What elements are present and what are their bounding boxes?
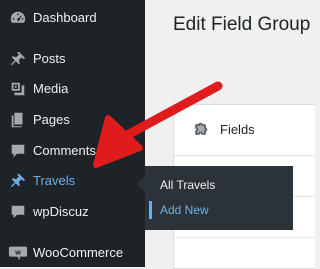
sidebar-item-label: Media: [33, 81, 69, 96]
sidebar-item-travels[interactable]: Travels: [0, 167, 145, 195]
sidebar-item-pages[interactable]: Pages: [0, 106, 145, 134]
pin-icon: [8, 49, 28, 69]
svg-text:W: W: [15, 250, 21, 256]
comment-icon: [8, 141, 28, 161]
sidebar-item-wpdiscuz[interactable]: wpDiscuz: [0, 198, 145, 226]
comment-icon: [8, 202, 28, 222]
sidebar-item-label: Posts: [33, 51, 66, 66]
travels-flyout-menu: All Travels Add New: [145, 166, 293, 230]
flyout-item-add-new[interactable]: Add New: [145, 197, 293, 223]
flyout-item-all-travels[interactable]: All Travels: [145, 172, 293, 198]
sidebar-item-comments[interactable]: Comments: [0, 137, 145, 165]
sidebar-item-label: Comments: [33, 143, 96, 158]
page-title: Edit Field Group: [173, 14, 311, 35]
flyout-item-label: Add New: [160, 203, 209, 217]
sidebar-item-label: Pages: [33, 112, 70, 127]
sidebar-item-posts[interactable]: Posts: [0, 45, 145, 73]
sidebar-item-dashboard[interactable]: Dashboard: [0, 4, 145, 32]
pages-icon: [8, 110, 28, 130]
sidebar-item-media[interactable]: Media: [0, 75, 145, 103]
media-icon: [8, 79, 28, 99]
sidebar-item-woocommerce[interactable]: W WooCommerce: [0, 239, 145, 267]
fields-panel-header: Fields: [174, 105, 315, 156]
sidebar-item-label: Travels: [33, 173, 76, 188]
pin-icon: [8, 171, 28, 191]
sidebar-item-label: wpDiscuz: [33, 204, 89, 219]
sidebar-item-label: WooCommerce: [33, 245, 124, 260]
flyout-item-label: All Travels: [160, 178, 216, 192]
divider: [174, 237, 315, 238]
flyout-pointer: [137, 176, 145, 192]
woocommerce-icon: W: [8, 243, 28, 263]
dashboard-icon: [8, 8, 28, 28]
fields-panel-title: Fields: [220, 122, 255, 137]
sidebar-item-label: Dashboard: [33, 10, 97, 25]
puzzle-icon: [192, 119, 212, 139]
admin-sidebar: Dashboard Posts Media Pages Comments Tra…: [0, 0, 145, 267]
